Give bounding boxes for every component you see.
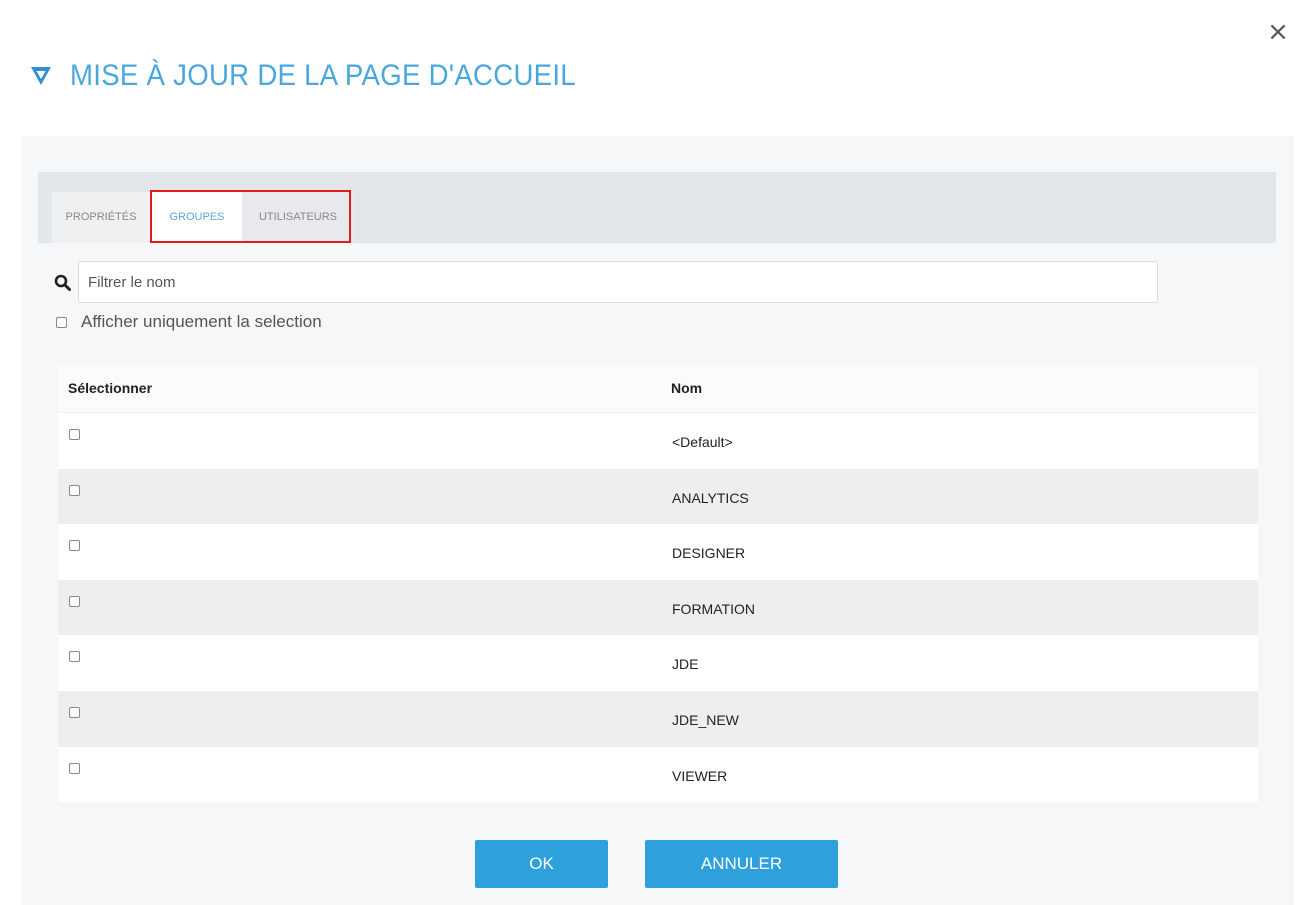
table-row[interactable]: FORMATION (58, 579, 1258, 636)
row-checkbox[interactable] (69, 540, 80, 552)
tab-bar: PROPRIÉTÉS GROUPES UTILISATEURS (38, 172, 1276, 243)
table-row[interactable]: JDE (58, 635, 1258, 691)
groups-table: Sélectionner Nom <Default> ANALYTICS DES… (58, 365, 1258, 803)
close-icon: × (1267, 17, 1289, 47)
row-name: JDE_NEW (672, 711, 739, 728)
table-row[interactable]: JDE_NEW (58, 690, 1258, 747)
column-header-name: Nom (671, 380, 703, 396)
table-header: Sélectionner Nom (58, 365, 1258, 413)
logo-icon (31, 67, 51, 85)
column-header-select: Sélectionner (68, 380, 153, 396)
search-input[interactable] (78, 261, 1158, 303)
row-checkbox[interactable] (69, 429, 80, 440)
row-checkbox[interactable] (69, 484, 80, 496)
tab-groupes[interactable]: GROUPES (152, 192, 242, 243)
row-checkbox[interactable] (69, 706, 80, 718)
row-checkbox[interactable] (69, 651, 80, 663)
ok-button[interactable]: OK (475, 840, 608, 888)
row-name: VIEWER (672, 767, 728, 784)
table-row[interactable]: DESIGNER (58, 524, 1258, 580)
dialog-title: MISE À JOUR DE LA PAGE D'ACCUEIL (70, 59, 576, 92)
row-name: JDE (672, 656, 699, 673)
show-selection-only-label: Afficher uniquement la selection (81, 312, 322, 331)
dialog-panel: PROPRIÉTÉS GROUPES UTILISATEURS Afficher… (22, 136, 1294, 905)
close-button[interactable]: × (1266, 17, 1290, 47)
show-selection-only[interactable]: Afficher uniquement la selection (56, 310, 322, 334)
row-name: DESIGNER (672, 545, 746, 562)
row-name: <Default> (672, 434, 733, 450)
cancel-button[interactable]: ANNULER (645, 840, 838, 888)
table-row[interactable]: <Default> (58, 413, 1258, 469)
row-name: FORMATION (672, 600, 755, 617)
tab-proprietes[interactable]: PROPRIÉTÉS (52, 192, 150, 243)
row-name: ANALYTICS (672, 489, 749, 506)
row-checkbox[interactable] (69, 762, 80, 774)
row-checkbox[interactable] (69, 595, 80, 607)
dialog-header: MISE À JOUR DE LA PAGE D'ACCUEIL (30, 52, 620, 100)
show-selection-only-checkbox[interactable] (56, 316, 67, 328)
table-row[interactable]: VIEWER (58, 747, 1258, 803)
table-row[interactable]: ANALYTICS (58, 468, 1258, 525)
search-icon (54, 274, 71, 291)
tab-utilisateurs[interactable]: UTILISATEURS (242, 192, 354, 243)
